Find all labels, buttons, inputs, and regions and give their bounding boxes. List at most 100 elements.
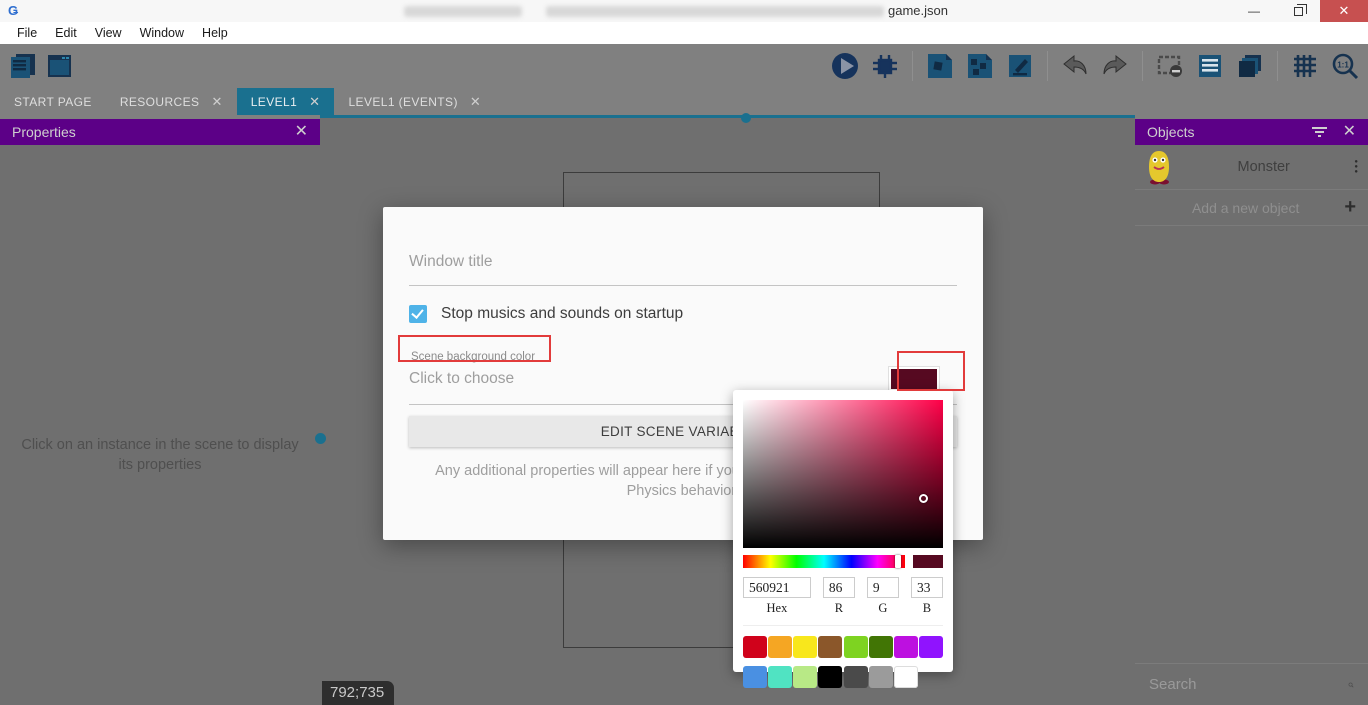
horizontal-scroll-handle[interactable]	[741, 113, 751, 123]
preset-color-swatch[interactable]	[818, 666, 842, 688]
objects-list-icon[interactable]	[1195, 51, 1225, 81]
close-button[interactable]: ✕	[1320, 0, 1368, 22]
hex-label: Hex	[767, 601, 788, 616]
debug-icon[interactable]	[870, 51, 900, 81]
properties-panel-title: Properties	[12, 124, 76, 140]
tab-close-icon[interactable]: ✕	[211, 94, 222, 110]
objects-panel-title: Objects	[1147, 124, 1194, 140]
stop-sounds-row[interactable]: Stop musics and sounds on startup	[409, 305, 957, 323]
preset-color-swatch[interactable]	[743, 666, 767, 688]
close-icon[interactable]: ✕	[295, 124, 308, 140]
color-value-fields: Hex R G B	[743, 577, 943, 616]
tab-start-page[interactable]: START PAGE	[0, 88, 106, 115]
hex-input[interactable]	[743, 577, 811, 598]
checkbox-checked-icon[interactable]	[409, 305, 427, 323]
preset-color-swatch[interactable]	[793, 636, 817, 658]
window-title-field[interactable]: Window title	[409, 253, 957, 286]
undo-icon[interactable]	[1060, 51, 1090, 81]
horizontal-scroll-track[interactable]	[320, 115, 1135, 118]
preset-color-swatch[interactable]	[743, 636, 767, 658]
minimize-button[interactable]: —	[1232, 0, 1276, 22]
project-manager-icon[interactable]	[8, 51, 38, 81]
properties-empty-message: Click on an instance in the scene to dis…	[0, 435, 320, 475]
edit-scene-icon[interactable]	[1005, 51, 1035, 81]
restore-icon	[1294, 7, 1303, 16]
blue-input[interactable]	[911, 577, 943, 598]
preset-color-swatch[interactable]	[768, 636, 792, 658]
search-icon	[1348, 675, 1354, 695]
menu-help[interactable]: Help	[193, 22, 237, 44]
add-object-row[interactable]: Add a new object +	[1135, 190, 1368, 226]
scene-bg-color-swatch[interactable]	[889, 367, 939, 391]
menu-file[interactable]: File	[8, 22, 46, 44]
close-icon[interactable]: ✕	[1343, 124, 1356, 140]
preset-color-swatch[interactable]	[919, 636, 943, 658]
saturation-area[interactable]	[743, 400, 943, 548]
properties-panel-header: Properties ✕	[0, 119, 320, 145]
redo-icon[interactable]	[1100, 51, 1130, 81]
properties-panel: Properties ✕ Click on an instance in the…	[0, 119, 320, 705]
stop-sounds-label: Stop musics and sounds on startup	[441, 305, 683, 323]
title-bar: Ǥ game.json — ✕	[0, 0, 1368, 22]
tab-resources[interactable]: RESOURCES✕	[106, 88, 237, 115]
preset-color-swatch[interactable]	[894, 666, 918, 688]
filter-icon[interactable]	[1311, 125, 1329, 139]
play-icon[interactable]	[830, 51, 860, 81]
toolbar-separator	[1142, 51, 1143, 81]
tab-close-icon[interactable]: ✕	[309, 94, 320, 110]
gdevelop-logo-icon: Ǥ	[5, 3, 21, 19]
hue-slider[interactable]	[743, 555, 905, 568]
preset-color-swatch[interactable]	[844, 636, 868, 658]
tab-level1[interactable]: LEVEL1 ✕	[237, 88, 335, 115]
object-search-row	[1135, 663, 1368, 705]
menu-bar: File Edit View Window Help	[0, 22, 1368, 44]
cursor-coordinates-badge: 792;735	[322, 681, 394, 705]
tab-label: LEVEL1	[251, 95, 297, 109]
object-list-item-monster[interactable]: Monster ●●●	[1135, 145, 1368, 190]
add-object-icon[interactable]	[925, 51, 955, 81]
preset-color-swatch[interactable]	[818, 636, 842, 658]
scene-bg-color-value: Click to choose	[409, 370, 889, 388]
grid-icon[interactable]	[1290, 51, 1320, 81]
objects-panel-header: Objects ✕	[1135, 119, 1368, 145]
green-input[interactable]	[867, 577, 899, 598]
preset-color-swatch[interactable]	[844, 666, 868, 688]
object-menu-icon[interactable]: ●●●	[1354, 160, 1358, 175]
preset-color-swatch[interactable]	[793, 666, 817, 688]
menu-view[interactable]: View	[86, 22, 131, 44]
search-input[interactable]	[1149, 676, 1348, 693]
restore-button[interactable]	[1276, 0, 1320, 22]
toolbar-separator	[1277, 51, 1278, 81]
start-page-icon[interactable]	[44, 51, 74, 81]
toolbar-separator	[1047, 51, 1048, 81]
red-label: R	[835, 601, 843, 616]
objects-panel: Objects ✕ Monster ●●● Add a new object +	[1135, 119, 1368, 705]
red-input[interactable]	[823, 577, 855, 598]
tab-level1-events[interactable]: LEVEL1 (EVENTS) ✕	[334, 88, 495, 115]
add-object-label: Add a new object	[1147, 200, 1344, 216]
tab-label: LEVEL1 (EVENTS)	[348, 95, 457, 109]
vertical-scroll-handle[interactable]	[315, 433, 326, 444]
window-controls: — ✕	[1232, 0, 1368, 22]
tab-close-icon[interactable]: ✕	[470, 94, 481, 110]
blue-label: B	[923, 601, 931, 616]
hue-slider-handle[interactable]	[895, 555, 901, 568]
object-name: Monster	[1173, 159, 1354, 175]
saturation-cursor[interactable]	[919, 494, 928, 503]
add-instances-icon[interactable]	[965, 51, 995, 81]
menu-edit[interactable]: Edit	[46, 22, 86, 44]
layers-icon[interactable]	[1235, 51, 1265, 81]
preset-color-swatch[interactable]	[894, 636, 918, 658]
menu-window[interactable]: Window	[131, 22, 193, 44]
preset-color-swatch[interactable]	[869, 636, 893, 658]
delete-selection-icon[interactable]	[1155, 51, 1185, 81]
tab-label: START PAGE	[14, 95, 92, 109]
redacted-path	[546, 6, 884, 17]
zoom-1-1-icon[interactable]: 1:1	[1330, 51, 1360, 81]
redacted-path	[404, 6, 522, 17]
plus-icon: +	[1344, 196, 1356, 219]
tab-bar: START PAGE RESOURCES✕ LEVEL1 ✕ LEVEL1 (EV…	[0, 88, 1368, 115]
preset-color-swatch[interactable]	[768, 666, 792, 688]
monster-sprite-icon	[1145, 149, 1173, 185]
preset-color-swatch[interactable]	[869, 666, 893, 688]
